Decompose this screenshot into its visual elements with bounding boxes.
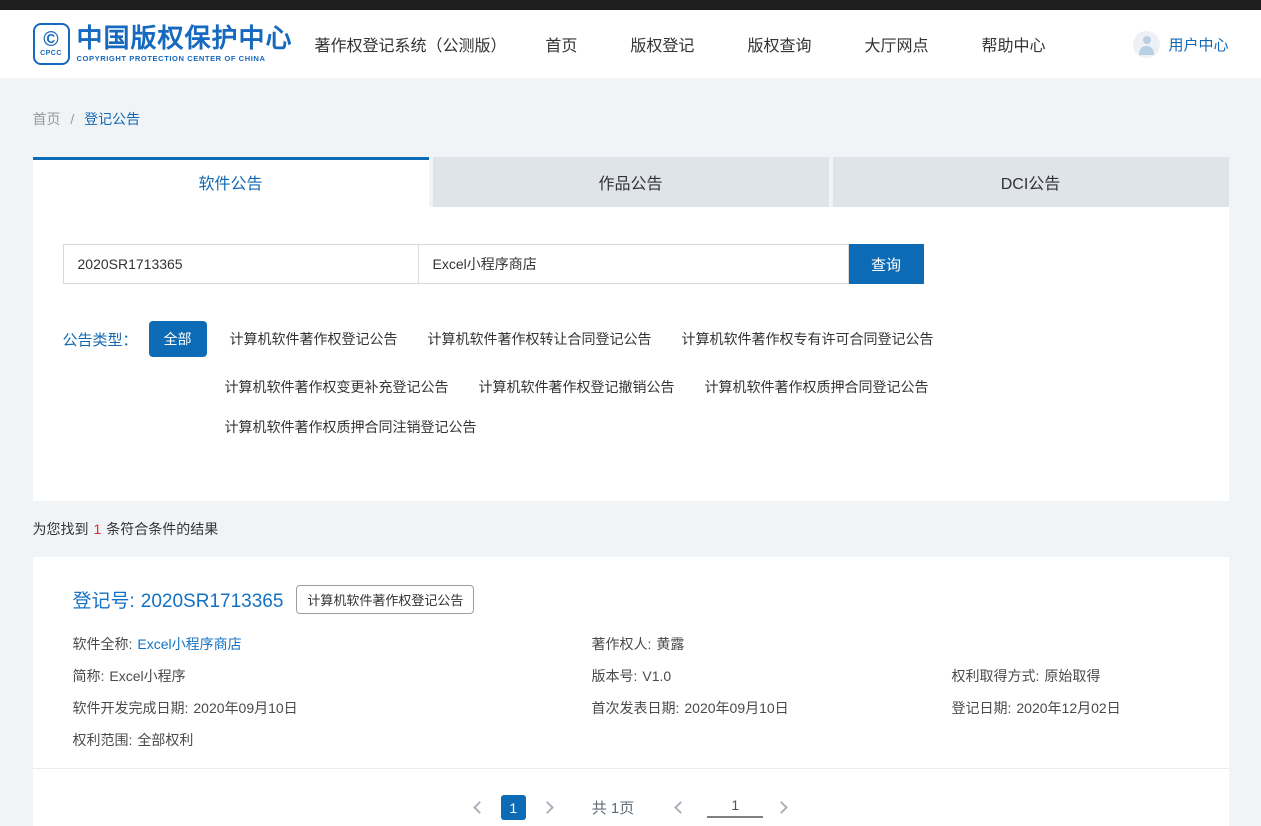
filter-category-transfer-contract[interactable]: 计算机软件著作权转让合同登记公告 — [428, 329, 652, 349]
nav-item-copyright-search[interactable]: 版权查询 — [747, 32, 811, 56]
registration-number-input[interactable] — [64, 245, 418, 283]
jump-chevron-left-icon[interactable] — [674, 801, 687, 814]
registration-number-heading: 登记号: 2020SR1713365 — [73, 586, 284, 613]
current-page-button[interactable]: 1 — [501, 795, 526, 820]
field-version: 版本号: V1.0 — [592, 660, 952, 692]
user-avatar-icon — [1133, 31, 1160, 58]
field-first-publish-date: 首次发表日期: 2020年09月10日 — [592, 692, 952, 724]
filter-label: 公告类型： — [63, 329, 138, 350]
pagination-footer: 1 共 1页 — [33, 768, 1229, 826]
page-jump-input[interactable] — [707, 797, 763, 818]
filter-all-button[interactable]: 全部 — [149, 321, 207, 357]
field-dev-complete-date: 软件开发完成日期: 2020年09月10日 — [73, 692, 592, 724]
result-summary-suffix: 条符合条件的结果 — [106, 521, 218, 537]
cpcc-abbr: CPCC — [40, 50, 62, 58]
filter-row: 计算机软件著作权质押合同注销登记公告 — [63, 417, 1199, 437]
search-row: 查询 — [63, 244, 1199, 284]
org-name-cn: 中国版权保护中心 — [77, 25, 293, 51]
cpcc-logo-icon: © CPCC — [33, 23, 70, 65]
copyright-symbol: © — [43, 30, 58, 50]
announcement-type-filters: 公告类型： 全部 计算机软件著作权登记公告 计算机软件著作权转让合同登记公告 计… — [63, 321, 1199, 437]
tab-dci-announcement[interactable]: DCI公告 — [833, 157, 1229, 207]
result-card: 登记号: 2020SR1713365 计算机软件著作权登记公告 软件全称: Exc… — [33, 557, 1229, 826]
filter-row: 计算机软件著作权变更补充登记公告 计算机软件著作权登记撤销公告 计算机软件著作权… — [63, 377, 1199, 397]
nav-item-hall-locations[interactable]: 大厅网点 — [864, 32, 928, 56]
top-strip — [0, 0, 1261, 10]
result-summary: 为您找到 1条符合条件的结果 — [33, 519, 1229, 539]
filter-category-pledge-cancellation[interactable]: 计算机软件著作权质押合同注销登记公告 — [225, 417, 477, 437]
main-nav: 首页 版权登记 版权查询 大厅网点 帮助中心 — [545, 32, 1045, 56]
total-pages-label: 共 1页 — [592, 797, 635, 818]
cpcc-logo[interactable]: © CPCC 中国版权保护中心 COPYRIGHT PROTECTION CEN… — [33, 23, 293, 65]
tab-work-announcement[interactable]: 作品公告 — [433, 157, 829, 207]
field-rights-acquisition: 权利取得方式: 原始取得 — [952, 660, 1189, 692]
tab-software-announcement[interactable]: 软件公告 — [33, 157, 429, 207]
breadcrumb-separator: / — [70, 111, 74, 127]
field-registration-date: 登记日期: 2020年12月02日 — [952, 692, 1189, 724]
announcement-type-badge: 计算机软件著作权登记公告 — [296, 585, 474, 614]
search-box — [63, 244, 849, 284]
filter-category-registration[interactable]: 计算机软件著作权登记公告 — [230, 329, 398, 349]
nav-item-home[interactable]: 首页 — [545, 32, 577, 56]
header: © CPCC 中国版权保护中心 COPYRIGHT PROTECTION CEN… — [0, 10, 1261, 78]
page-content: 首页 / 登记公告 软件公告 作品公告 DCI公告 查询 公告类型： 全部 计算… — [33, 78, 1229, 826]
empty-cell — [952, 724, 1189, 756]
announcement-tabs: 软件公告 作品公告 DCI公告 — [33, 157, 1229, 207]
chevron-left-icon[interactable] — [473, 801, 486, 814]
org-name-en: COPYRIGHT PROTECTION CENTER OF CHINA — [77, 54, 293, 63]
filter-row: 公告类型： 全部 计算机软件著作权登记公告 计算机软件著作权转让合同登记公告 计… — [63, 321, 1199, 357]
filter-category-exclusive-license[interactable]: 计算机软件著作权专有许可合同登记公告 — [682, 329, 934, 349]
breadcrumb: 首页 / 登记公告 — [33, 78, 1229, 157]
registration-number: 2020SR1713365 — [141, 591, 284, 612]
user-center[interactable]: 用户中心 — [1133, 31, 1228, 58]
nav-item-help-center[interactable]: 帮助中心 — [981, 32, 1045, 56]
field-copyright-owner: 著作权人: 黄露 — [592, 628, 952, 660]
registration-label: 登记号: — [73, 591, 135, 612]
result-count: 1 — [94, 521, 102, 537]
breadcrumb-home[interactable]: 首页 — [33, 111, 61, 127]
jump-chevron-right-icon[interactable] — [775, 801, 788, 814]
empty-cell — [592, 724, 952, 756]
system-title: 著作权登记系统（公测版） — [315, 32, 507, 56]
filter-category-change-supplement[interactable]: 计算机软件著作权变更补充登记公告 — [225, 377, 449, 397]
chevron-right-icon[interactable] — [541, 801, 554, 814]
result-card-header: 登记号: 2020SR1713365 计算机软件著作权登记公告 — [73, 585, 1189, 614]
pagination: 1 共 1页 — [475, 795, 787, 820]
user-center-label: 用户中心 — [1168, 34, 1228, 55]
brand: © CPCC 中国版权保护中心 COPYRIGHT PROTECTION CEN… — [33, 23, 507, 65]
breadcrumb-current: 登记公告 — [84, 111, 140, 127]
field-software-full-name: 软件全称: Excel小程序商店 — [73, 628, 592, 660]
software-name-link[interactable]: Excel小程序商店 — [137, 634, 241, 654]
software-name-input[interactable] — [419, 245, 848, 283]
field-rights-scope: 权利范围: 全部权利 — [73, 724, 592, 756]
field-short-name: 简称: Excel小程序 — [73, 660, 592, 692]
record-details: 软件全称: Excel小程序商店 著作权人: 黄露 简称: Excel小程序 版… — [73, 628, 1189, 756]
logo-text: 中国版权保护中心 COPYRIGHT PROTECTION CENTER OF … — [77, 25, 293, 63]
result-summary-prefix: 为您找到 — [33, 521, 89, 537]
filter-category-revocation[interactable]: 计算机软件著作权登记撤销公告 — [479, 377, 675, 397]
search-panel: 查询 公告类型： 全部 计算机软件著作权登记公告 计算机软件著作权转让合同登记公… — [33, 207, 1229, 501]
nav-item-copyright-register[interactable]: 版权登记 — [630, 32, 694, 56]
filter-category-pledge-contract[interactable]: 计算机软件著作权质押合同登记公告 — [705, 377, 929, 397]
empty-cell — [952, 628, 1189, 660]
search-button[interactable]: 查询 — [849, 244, 924, 284]
